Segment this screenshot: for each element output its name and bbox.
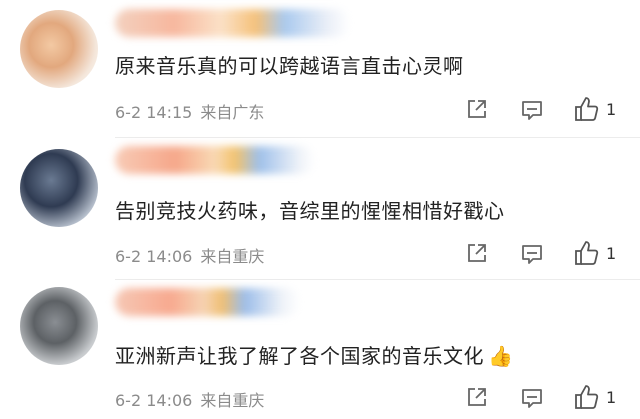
like-button[interactable] (572, 95, 600, 123)
username-blurred[interactable] (115, 9, 350, 37)
thumbs-up-icon (575, 385, 599, 409)
thumbs-up-icon (575, 241, 599, 265)
comment-item: 告别竞技火药味，音综里的惺惺相惜好戳心 6-2 14:06 来自重庆 1 (0, 138, 640, 279)
thumbs-up-icon (575, 97, 599, 121)
comment-text: 原来音乐真的可以跨越语言直击心灵啊 (115, 54, 464, 78)
like-count: 1 (606, 244, 617, 263)
like-button[interactable] (572, 383, 600, 411)
share-icon (468, 244, 486, 262)
share-button[interactable] (466, 386, 488, 408)
reply-button[interactable] (520, 98, 544, 122)
comment-location: 来自重庆 (200, 247, 265, 266)
comment-item: 亚洲新声让我了解了各个国家的音乐文化 👍 6-2 14:06 来自重庆 1 (0, 280, 640, 419)
comment-date: 6-2 14:15 (115, 103, 193, 122)
comment-date: 6-2 14:06 (115, 247, 193, 266)
comment-icon (522, 101, 542, 120)
comment-meta: 6-2 14:15 来自广东 (115, 99, 264, 123)
share-button[interactable] (466, 242, 488, 264)
reply-button[interactable] (520, 242, 544, 266)
comment-icon (522, 389, 542, 408)
like-button[interactable] (572, 239, 600, 267)
comment-text: 亚洲新声让我了解了各个国家的音乐文化 👍 (115, 340, 513, 369)
comment-meta: 6-2 14:06 来自重庆 (115, 243, 264, 267)
avatar[interactable] (20, 149, 98, 227)
comment-icon (522, 245, 542, 264)
share-button[interactable] (466, 98, 488, 120)
comment-text: 告别竞技火药味，音综里的惺惺相惜好戳心 (115, 199, 505, 223)
like-count: 1 (606, 100, 617, 119)
share-icon (468, 388, 486, 406)
comment-item: 原来音乐真的可以跨越语言直击心灵啊 6-2 14:15 来自广东 1 (0, 0, 640, 137)
comment-location: 来自重庆 (200, 391, 265, 410)
like-count: 1 (606, 388, 617, 407)
comment-date: 6-2 14:06 (115, 391, 193, 410)
share-icon (468, 100, 486, 118)
avatar[interactable] (20, 287, 98, 365)
comment-text-body: 亚洲新声让我了解了各个国家的音乐文化 (115, 344, 484, 368)
comment-meta: 6-2 14:06 来自重庆 (115, 387, 264, 411)
comment-location: 来自广东 (200, 103, 265, 122)
username-blurred[interactable] (115, 288, 300, 316)
username-blurred[interactable] (115, 146, 315, 174)
avatar[interactable] (20, 10, 98, 88)
reply-button[interactable] (520, 386, 544, 410)
thumbs-up-emoji: 👍 (488, 344, 514, 368)
